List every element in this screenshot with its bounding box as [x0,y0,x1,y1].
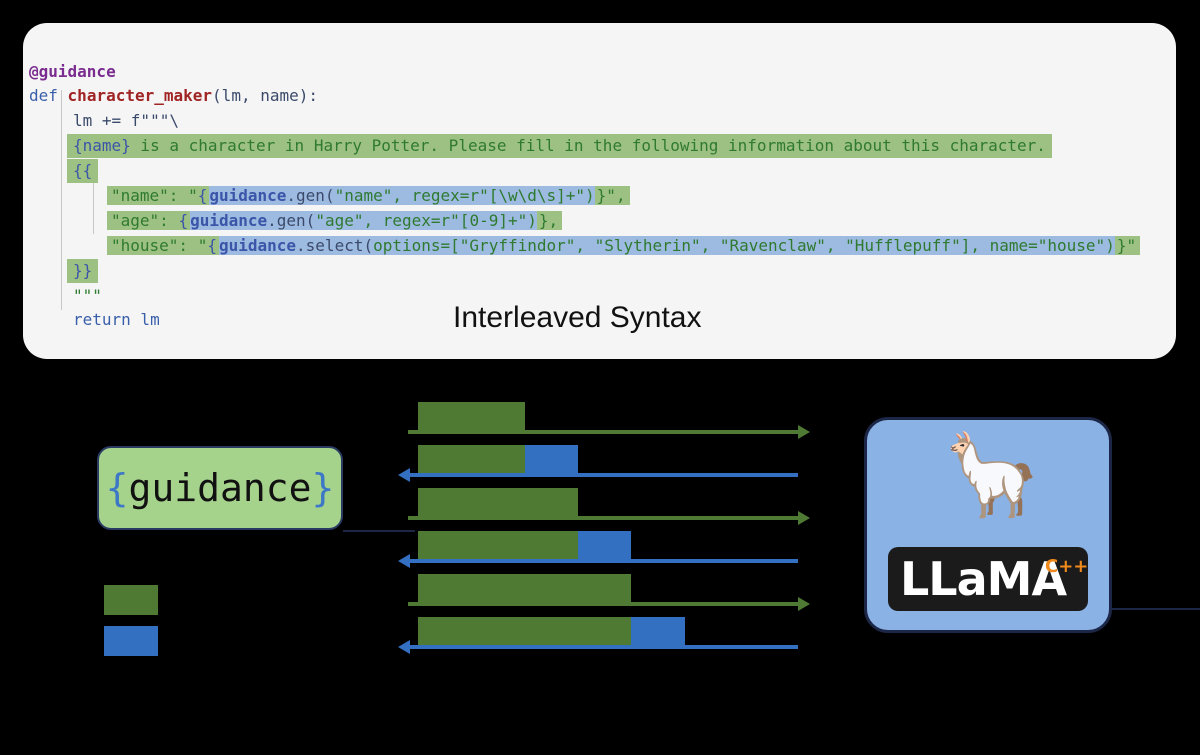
llama-connector [1112,608,1200,610]
code-line-house: "house": "{guidance.select(options=["Gry… [107,234,1141,258]
send-arrowhead [798,597,810,611]
return-arrowhead [398,554,410,568]
llama-logo-suffix: C++ [1045,556,1089,577]
prompt-bar [418,531,579,559]
code-line-5: {{ [67,159,99,183]
indent-guide [61,90,62,310]
send-arrowhead [798,511,810,525]
send-arrow [408,516,798,520]
code-line-2: def character_maker(lm, name): [29,86,319,105]
prompt-bar [418,574,632,602]
guidance-connector [343,530,415,532]
generation-bar [578,531,632,559]
green-swatch [104,585,158,615]
code-line-4: {name} is a character in Harry Potter. P… [67,134,1052,158]
prompt-bar [418,445,525,473]
return-arrowhead [398,468,410,482]
guidance-logo-word: guidance [128,466,312,510]
send-arrowhead [798,425,810,439]
llama-icon: 🦙 [942,430,1042,519]
generation-bar [524,445,579,473]
code-line-name: "name": "{guidance.gen("name", regex=r"[… [107,184,630,208]
return-arrow [408,645,798,649]
blue-swatch [104,626,158,656]
code-line-age: "age": {guidance.gen("age", regex=r"[0-9… [107,209,563,233]
llama-logo-text: LLaMA [900,552,1067,606]
send-arrow [408,602,798,606]
code-line-3: lm += f"""\ [73,111,179,130]
prompt-bar [418,488,579,516]
panel-label: Interleaved Syntax [453,301,702,334]
guidance-logo-box: {guidance} [97,446,343,530]
return-arrow [408,559,798,563]
code-line-10: """ [73,286,102,305]
code-line-9: }} [67,259,99,283]
code-line-11: return lm [73,310,160,329]
code-line-1: @guidance [29,62,116,81]
guidance-logo-close-brace: } [311,466,335,510]
generation-bar [631,617,685,645]
prompt-bar [418,402,525,430]
guidance-logo-open-brace: { [105,466,129,510]
return-arrow [408,473,798,477]
prompt-bar [418,617,632,645]
return-arrowhead [398,640,410,654]
send-arrow [408,430,798,434]
